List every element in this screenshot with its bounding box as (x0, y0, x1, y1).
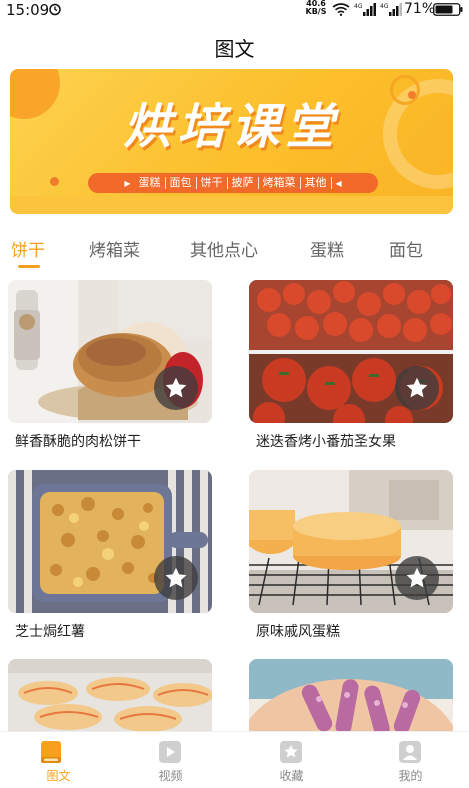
recipe-card[interactable] (249, 659, 453, 731)
category-tabs: 饼干 烤箱菜 其他点心 蛋糕 面包 (0, 236, 469, 270)
tab-active-indicator (18, 265, 40, 268)
star-icon (165, 567, 187, 588)
nav-tab-articles[interactable]: 图文 (0, 732, 117, 788)
signal-icon: 4G (380, 3, 402, 16)
nav-tab-favorites[interactable]: 收藏 (233, 732, 350, 788)
recipe-title[interactable]: 迷迭香烤小番茄圣女果 (256, 431, 396, 451)
recipe-image[interactable] (8, 470, 212, 613)
play-icon (159, 741, 181, 763)
banner-category: 其他 (301, 177, 332, 189)
banner-category: 披萨 (228, 177, 259, 189)
recipe-image[interactable] (249, 659, 453, 731)
tab-biscuits[interactable]: 饼干 (11, 236, 45, 261)
banner-category: 蛋糕 (135, 177, 166, 189)
recipe-title[interactable]: 芝士焗红薯 (15, 621, 85, 641)
status-bar: 15:09 40.6 KB/S 4G 4G 71% (0, 0, 469, 20)
svg-text:4G: 4G (354, 3, 363, 10)
nav-tab-profile[interactable]: 我的 (352, 732, 469, 788)
banner-decoration (10, 196, 453, 214)
star-icon (406, 377, 428, 398)
battery-icon (433, 3, 463, 16)
favorite-button[interactable] (395, 366, 439, 410)
banner-decoration (50, 177, 59, 186)
alarm-icon (49, 3, 61, 16)
favorite-button[interactable] (395, 556, 439, 600)
network-speed: 40.6 KB/S (304, 0, 328, 16)
banner-category: 烤箱菜 (259, 177, 301, 189)
tab-oven-dishes[interactable]: 烤箱菜 (89, 236, 140, 261)
star-icon (280, 741, 302, 763)
tab-other-snacks[interactable]: 其他点心 (190, 236, 258, 261)
svg-text:4G: 4G (380, 3, 389, 10)
star-icon (406, 567, 428, 588)
banner-category: 饼干 (197, 177, 228, 189)
status-time: 15:09 (6, 1, 50, 19)
nav-label: 视频 (158, 769, 183, 783)
banner[interactable]: 烘培课堂 ▶ 蛋糕 面包 饼干 披萨 烤箱菜 其他 ◀ (10, 69, 453, 214)
user-icon (399, 741, 421, 763)
nav-label: 图文 (46, 769, 71, 783)
nav-tab-videos[interactable]: 视频 (112, 732, 229, 788)
favorite-button[interactable] (154, 366, 198, 410)
signal-4g-icon: 4G (354, 3, 376, 16)
page-title: 图文 (214, 37, 255, 61)
recipe-image[interactable] (8, 280, 212, 423)
banner-title: 烘培课堂 (123, 99, 340, 155)
recipe-image[interactable] (249, 470, 453, 613)
recipe-title[interactable]: 原味戚风蛋糕 (256, 621, 340, 641)
nav-label: 收藏 (279, 769, 304, 783)
tab-bread[interactable]: 面包 (389, 236, 423, 261)
book-icon (41, 741, 61, 763)
banner-category: 面包 (166, 177, 197, 189)
favorite-button[interactable] (154, 556, 198, 600)
recipe-image[interactable] (8, 659, 212, 731)
nav-label: 我的 (398, 769, 423, 783)
recipe-card[interactable] (8, 659, 212, 731)
tab-cakes[interactable]: 蛋糕 (310, 236, 344, 261)
bottom-navigation: 图文 视频 收藏 我的 (0, 731, 469, 788)
wifi-icon (332, 3, 350, 16)
triangle-right-icon: ▶ (124, 178, 131, 188)
battery-percent: 71% (404, 1, 436, 17)
banner-category-pill: ▶ 蛋糕 面包 饼干 披萨 烤箱菜 其他 ◀ (88, 173, 378, 193)
network-speed-unit: KB/S (305, 7, 327, 16)
star-icon (165, 377, 187, 398)
recipe-image[interactable] (249, 280, 453, 423)
triangle-left-icon: ◀ (335, 178, 342, 188)
recipe-title[interactable]: 鲜香酥脆的肉松饼干 (15, 431, 141, 451)
